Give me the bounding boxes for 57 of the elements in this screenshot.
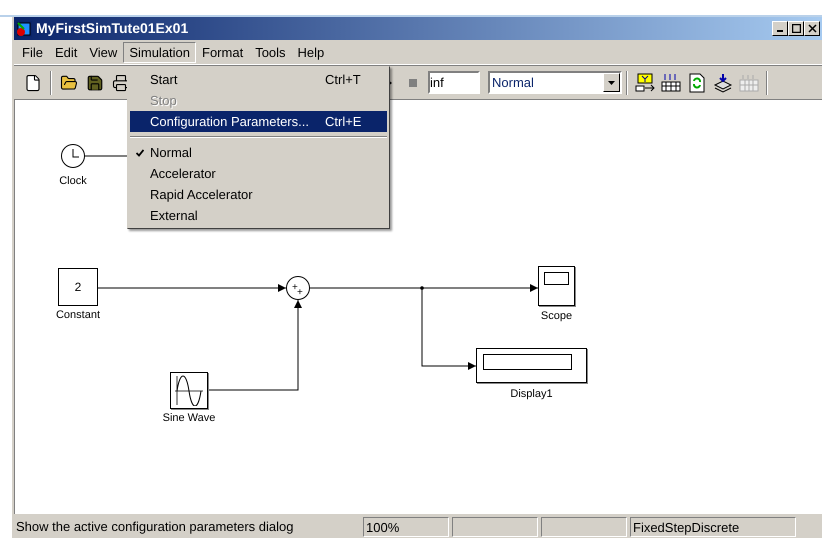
menu-item[interactable]: Edit (48, 42, 84, 62)
menu-item[interactable]: Tools (249, 42, 292, 62)
stop-time-field[interactable]: inf (428, 71, 480, 94)
menu-option-label: Configuration Parameters... (150, 112, 310, 131)
menu-item[interactable]: Format (196, 42, 250, 62)
menu-option[interactable]: External (130, 205, 387, 226)
plus-sign: + (292, 283, 298, 293)
menu-item[interactable]: File (16, 42, 49, 62)
document-icon (24, 74, 42, 92)
caret-icon (608, 80, 615, 84)
menu-option-label: External (150, 206, 199, 225)
menu-option-label: Normal (150, 144, 193, 162)
maximize-button[interactable] (788, 21, 804, 36)
save-icon (86, 74, 104, 92)
block-label: Constant (56, 309, 100, 322)
block-label: Display1 (510, 388, 553, 401)
block-label: Scope (540, 310, 572, 323)
plus-sign: + (297, 288, 303, 298)
minimize-button[interactable] (772, 21, 788, 36)
stack-icon (713, 72, 733, 92)
grid-icon (739, 72, 759, 92)
stop-icon (409, 78, 417, 86)
menu-option[interactable]: Normal (130, 142, 387, 163)
app-icon (16, 20, 32, 36)
printer-icon (112, 74, 130, 92)
close-icon (808, 24, 816, 33)
shortcut-label: Ctrl+E (325, 112, 362, 131)
folder-icon (60, 74, 78, 92)
maximize-icon (792, 24, 800, 33)
menu-option[interactable]: Configuration Parameters... Ctrl+E (130, 111, 387, 132)
solver-name: FixedStepDiscrete (630, 517, 796, 537)
menu-item[interactable]: Help (292, 42, 330, 62)
status-message: Show the active configuration parameters dialog (15, 518, 294, 536)
refresh-document-icon (689, 72, 705, 92)
library-icon (635, 72, 655, 92)
block-label: Clock (59, 175, 87, 188)
menu-option-label: Start (150, 70, 178, 89)
mode-select[interactable]: Normal (488, 71, 622, 94)
zoom-level: 100% (363, 517, 449, 537)
menu-item[interactable]: View (83, 42, 124, 62)
close-button[interactable] (804, 21, 820, 36)
checkmark-icon (136, 148, 144, 156)
menu-option-label: Stop (150, 92, 178, 110)
grid-icon (661, 72, 681, 92)
scope-screen (544, 272, 569, 285)
constant-block: 2 (58, 268, 98, 306)
mode-value: Normal (491, 74, 535, 92)
window-title: MyFirstSimTute01Ex01 (36, 19, 190, 38)
shortcut-label: Ctrl+T (325, 70, 361, 89)
menu-option[interactable]: Rapid Accelerator (130, 184, 387, 205)
menu-option-label: Rapid Accelerator (150, 186, 254, 204)
menu-option-label: Accelerator (150, 164, 217, 183)
menu-option[interactable]: Start Ctrl+T (130, 69, 387, 90)
clock-hands-icon (72, 149, 80, 158)
block-label: Sine Wave (162, 412, 216, 425)
menu-option[interactable]: Accelerator (130, 163, 387, 184)
menu-item[interactable]: Simulation (123, 42, 196, 62)
